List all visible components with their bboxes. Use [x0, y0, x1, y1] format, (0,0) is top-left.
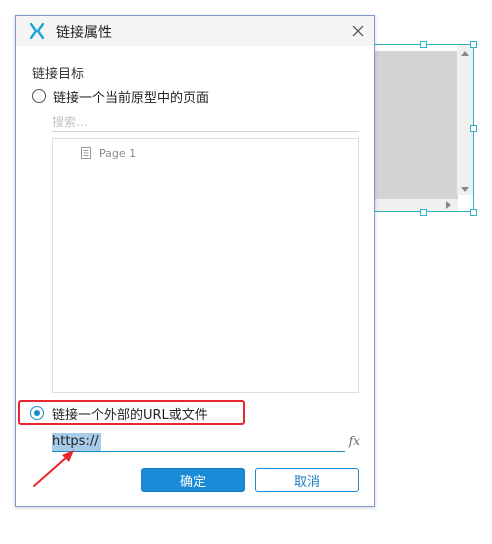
resize-handle-right[interactable] [470, 125, 477, 132]
ok-button[interactable]: 确定 [141, 468, 245, 492]
scroll-up-arrow-icon[interactable] [461, 51, 469, 56]
canvas-inline-frame-widget[interactable] [374, 44, 474, 212]
page-link-radio-label[interactable]: 链接一个当前原型中的页面 [53, 87, 209, 106]
dialog-title: 链接属性 [56, 25, 112, 41]
axure-logo-icon [30, 23, 44, 39]
scroll-right-arrow-icon[interactable] [446, 201, 451, 209]
vertical-scrollbar[interactable] [457, 45, 473, 195]
resize-handle-bottom[interactable] [420, 209, 427, 216]
inline-frame-content [375, 51, 458, 199]
resize-handle-bottom-right[interactable] [470, 209, 477, 216]
page-tree-list[interactable]: Page 1 [52, 138, 359, 393]
dialog-titlebar[interactable]: 链接属性 [16, 16, 374, 46]
page-link-radio[interactable] [32, 89, 46, 103]
close-icon[interactable] [348, 21, 368, 41]
url-link-radio[interactable] [30, 406, 44, 420]
page-icon [81, 147, 91, 159]
url-input[interactable] [52, 432, 345, 452]
link-properties-dialog: 链接属性 链接目标 链接一个当前原型中的页面 Page 1 链接一个外部的URL… [15, 15, 375, 507]
function-fx-icon[interactable]: fx [349, 434, 360, 448]
page-tree-item[interactable]: Page 1 [81, 145, 136, 161]
cancel-button[interactable]: 取消 [255, 468, 359, 492]
url-link-radio-label[interactable]: 链接一个外部的URL或文件 [52, 404, 208, 423]
resize-handle-top[interactable] [420, 41, 427, 48]
page-search-input[interactable] [52, 112, 359, 132]
scroll-down-arrow-icon[interactable] [461, 187, 469, 192]
link-target-label: 链接目标 [32, 67, 85, 82]
resize-handle-top-right[interactable] [470, 41, 477, 48]
page-tree-item-label: Page 1 [99, 146, 137, 160]
